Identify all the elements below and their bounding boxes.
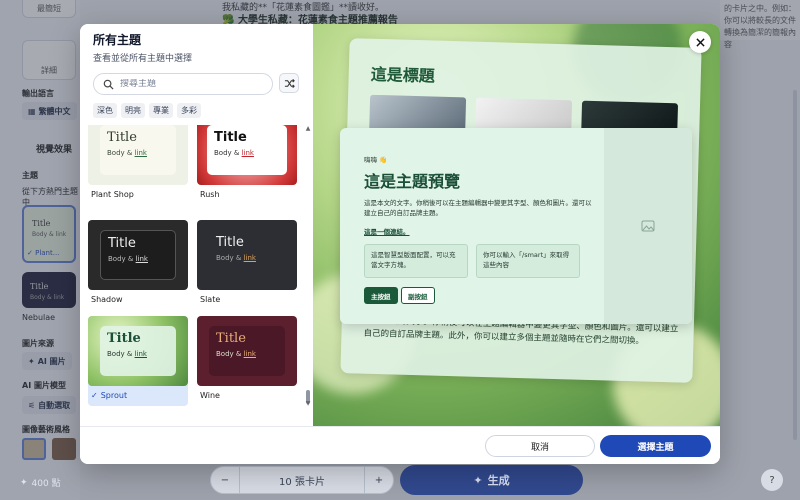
theme-preview-inner: Title Body & link: [100, 125, 176, 175]
theme-card-rush[interactable]: Title Body & link Rush: [197, 125, 297, 207]
theme-name: Slate: [200, 295, 221, 304]
modal-footer: 取消 選擇主題: [80, 426, 720, 464]
theme-preview: Title Body & link: [88, 220, 188, 290]
theme-list-panel: 所有主題 查看並從所有主題中選擇 深色 明亮 專業 多彩 Title Body …: [80, 24, 313, 426]
theme-preview-title: Title: [107, 331, 141, 346]
generate-button[interactable]: ✦ 生成: [400, 465, 583, 495]
scroll-up-icon[interactable]: ▲: [305, 125, 311, 132]
theme-card-shadow[interactable]: Title Body & link Shadow: [88, 220, 188, 312]
preview-smart-box-1: 這是智慧型版面配置，可以充當文字方塊。: [364, 244, 468, 278]
theme-preview-title: Title: [107, 130, 137, 145]
preview-smart-box-2: 你可以輸入「/smart」來取得這些內容: [476, 244, 580, 278]
theme-preview-title: Title: [214, 130, 247, 145]
preview-title: 這是主題預覽: [364, 172, 461, 191]
preview-link: 這是一個連結。: [364, 228, 410, 236]
theme-preview: Title Body & link: [197, 125, 297, 185]
card-count-stepper[interactable]: − 10 張卡片 +: [210, 466, 394, 494]
theme-card-plant-shop[interactable]: Title Body & link Plant Shop: [88, 125, 188, 207]
theme-preview-body: Body & link: [216, 350, 256, 358]
preview-greeting: 嗨嗨 👋: [364, 156, 388, 164]
theme-search[interactable]: [93, 73, 273, 95]
scroll-down-icon[interactable]: ▼: [305, 400, 311, 407]
shuffle-icon: [284, 78, 295, 88]
decrement-button[interactable]: −: [211, 475, 239, 486]
theme-preview-title: Title: [108, 236, 136, 251]
theme-preview: Title Body & link: [88, 316, 188, 386]
modal-subtitle: 查看並從所有主題中選擇: [93, 54, 193, 64]
theme-card-slate[interactable]: Title Body & link Slate: [197, 220, 297, 312]
theme-preview-title: Title: [216, 331, 246, 346]
cancel-button[interactable]: 取消: [485, 435, 595, 457]
image-icon: [641, 220, 655, 232]
theme-filters: 深色 明亮 專業 多彩: [93, 103, 201, 118]
theme-preview-panel: 這是標題 這是本文的文字。你稍後可以在主題編輯器中變更其字型、顏色和圖片。還可以…: [313, 24, 720, 426]
theme-preview-body: Body & link: [107, 149, 147, 157]
check-icon: ✓: [91, 391, 98, 400]
filter-light[interactable]: 明亮: [121, 103, 145, 118]
close-button[interactable]: [689, 31, 711, 53]
sparkle-icon: ✦: [473, 473, 483, 487]
modal-title: 所有主題: [93, 33, 142, 47]
filter-professional[interactable]: 專業: [149, 103, 173, 118]
preview-secondary-button: 副按鈕: [401, 287, 435, 304]
preview-slide-title: 這是標題: [370, 64, 436, 86]
theme-preview-body: Body & link: [216, 254, 256, 262]
close-icon: [695, 37, 705, 47]
theme-preview-body: Body & link: [108, 255, 148, 263]
theme-preview: Title Body & link: [197, 316, 297, 386]
search-icon: [103, 79, 114, 90]
theme-preview-inner: Title Body & link: [207, 125, 287, 175]
preview-slide-front: 嗨嗨 👋 這是主題預覽 這是本文的文字。你稍後可以在主題編輯器中變更其字型、顏色…: [340, 128, 692, 324]
shuffle-button[interactable]: [279, 73, 299, 93]
theme-name: Rush: [200, 190, 220, 199]
increment-button[interactable]: +: [365, 475, 393, 486]
theme-preview-inner: Title Body & link: [100, 230, 176, 280]
sparkle-icon: ✦: [20, 477, 28, 488]
filter-dark[interactable]: 深色: [93, 103, 117, 118]
filter-colorful[interactable]: 多彩: [177, 103, 201, 118]
theme-name: Plant Shop: [91, 190, 134, 199]
preview-body: 這是本文的文字。你稍後可以在主題編輯器中變更其字型、顏色和圖片。還可以建立自己的…: [364, 199, 592, 218]
theme-preview-title: Title: [216, 235, 244, 250]
theme-preview-inner: Title Body & link: [100, 326, 176, 376]
credits-display[interactable]: ✦ 400 點: [20, 476, 61, 490]
theme-grid: Title Body & link Plant Shop Title Body …: [88, 125, 305, 407]
select-theme-button[interactable]: 選擇主題: [600, 435, 711, 457]
theme-card-sprout[interactable]: Title Body & link ✓ Sprout: [88, 316, 188, 406]
credits-count: 400 點: [31, 479, 61, 489]
preview-primary-button: 主按鈕: [364, 287, 398, 304]
theme-card-wine[interactable]: Title Body & link Wine: [197, 316, 297, 407]
theme-name: Wine: [200, 391, 220, 400]
theme-preview-body: Body & link: [214, 149, 254, 157]
theme-name: ✓ Sprout: [91, 391, 128, 400]
theme-list-scrollbar[interactable]: ▲ ▼: [305, 125, 311, 407]
theme-preview-inner: Title Body & link: [209, 230, 285, 280]
help-button[interactable]: ?: [761, 469, 783, 491]
card-count-value[interactable]: 10 張卡片: [239, 467, 365, 493]
theme-preview-body: Body & link: [107, 350, 147, 358]
theme-preview-inner: Title Body & link: [209, 326, 285, 376]
generate-label: 生成: [487, 474, 510, 487]
image-placeholder: [604, 128, 692, 324]
page-scrollbar[interactable]: [793, 90, 797, 440]
theme-preview: Title Body & link: [197, 220, 297, 290]
theme-search-input[interactable]: [120, 79, 260, 89]
theme-preview: Title Body & link: [88, 125, 188, 185]
theme-name: Shadow: [91, 295, 123, 304]
theme-picker-modal: 所有主題 查看並從所有主題中選擇 深色 明亮 專業 多彩 Title Body …: [80, 24, 720, 464]
